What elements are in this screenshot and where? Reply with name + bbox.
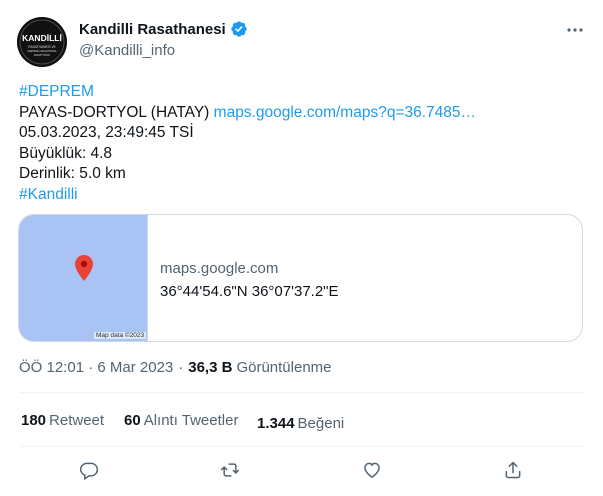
depth-text: Derinlik: 5.0 km xyxy=(19,165,126,182)
quotes-stat[interactable]: 60 Alıntı Tweetler xyxy=(124,412,238,429)
author-handle[interactable]: @Kandilli_info xyxy=(79,42,175,59)
retweets-stat[interactable]: 180 Retweet xyxy=(21,412,104,429)
tweet: KANDİLLİ RASATHANESİ VE DEPREM ARAŞTIRMA… xyxy=(0,0,603,496)
retweets-label: Retweet xyxy=(49,412,105,429)
heart-icon[interactable] xyxy=(360,458,384,482)
maps-link[interactable]: maps.google.com/maps?q=36.7485… xyxy=(214,104,476,121)
author-name-row: Kandilli Rasathanesi xyxy=(79,20,248,38)
more-horizontal-icon[interactable] xyxy=(565,22,585,38)
divider-top xyxy=(19,392,585,393)
hashtag-kandilli[interactable]: #Kandilli xyxy=(19,186,78,203)
map-pin-icon xyxy=(75,255,93,281)
link-card[interactable]: Map data ©2023 maps.google.com 36°44'54.… xyxy=(18,214,583,342)
retweet-icon[interactable] xyxy=(218,458,242,482)
location-text: PAYAS-DORTYOL (HATAY) xyxy=(19,103,210,121)
datetime-text: 05.03.2023, 23:49:45 TSİ xyxy=(19,124,194,141)
card-domain: maps.google.com xyxy=(160,260,279,277)
retweets-count: 180 xyxy=(21,412,47,429)
kandilli-logo: KANDİLLİ RASATHANESİ VE DEPREM ARAŞTIRMA… xyxy=(17,17,67,67)
card-title: 36°44'54.6"N 36°07'37.2"E xyxy=(160,283,339,300)
reply-icon[interactable] xyxy=(77,458,101,482)
meta-separator: · xyxy=(178,359,184,376)
author-display-name[interactable]: Kandilli Rasathanesi xyxy=(79,21,226,38)
map-credit: Map data ©2023 xyxy=(94,332,147,339)
divider-bottom xyxy=(19,446,585,447)
magnitude-text: Büyüklük: 4.8 xyxy=(19,144,113,162)
views-label: Görüntülenme xyxy=(236,359,332,376)
share-icon[interactable] xyxy=(501,458,525,482)
quotes-label: Alıntı Tweetler xyxy=(143,412,239,429)
tweet-meta: ÖÖ 12:01 · 6 Mar 2023 · 36,3 B Görüntüle… xyxy=(19,359,332,376)
svg-text:ENSTİTÜSÜ: ENSTİTÜSÜ xyxy=(34,52,50,57)
likes-label: Beğeni xyxy=(297,415,345,432)
tweet-text: #DEPREM PAYAS-DORTYOL (HATAY) maps.googl… xyxy=(19,82,476,205)
svg-text:KANDİLLİ: KANDİLLİ xyxy=(22,33,62,43)
likes-count: 1.344 xyxy=(257,415,295,432)
quotes-count: 60 xyxy=(124,412,141,429)
tweet-timestamp[interactable]: ÖÖ 12:01 · 6 Mar 2023 xyxy=(19,359,173,376)
likes-stat[interactable]: 1.344 Beğeni xyxy=(257,415,344,432)
hashtag-deprem[interactable]: #DEPREM xyxy=(19,83,94,100)
map-thumbnail: Map data ©2023 xyxy=(19,215,148,341)
views-count: 36,3 B xyxy=(188,359,233,376)
verified-badge-icon[interactable] xyxy=(230,20,248,38)
avatar[interactable]: KANDİLLİ RASATHANESİ VE DEPREM ARAŞTIRMA… xyxy=(17,17,67,67)
